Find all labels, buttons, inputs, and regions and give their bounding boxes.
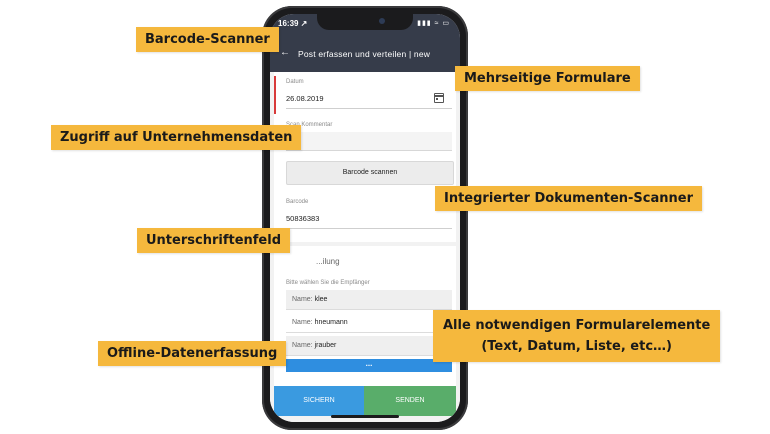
- required-marker: [274, 76, 276, 114]
- recipients-hint: Bitte wählen Sie die Empfänger: [286, 280, 370, 286]
- callout-form-elements: Alle notwendigen Formularelemente (Text,…: [433, 310, 721, 362]
- date-label: Datum: [286, 79, 304, 85]
- save-button[interactable]: SICHERN: [274, 386, 364, 416]
- list-item[interactable]: Name: hneumann: [286, 313, 452, 333]
- action-bar: SICHERN SENDEN: [274, 386, 456, 416]
- callout-form-elements-line1: Alle notwendigen Formularelemente: [443, 318, 711, 333]
- barcode-label: Barcode: [286, 199, 309, 205]
- recipient-name: klee: [314, 296, 328, 303]
- date-field[interactable]: 26.08.2019: [286, 94, 324, 103]
- home-indicator[interactable]: [331, 415, 399, 418]
- page-title: Post erfassen und verteilen | new: [298, 49, 431, 59]
- status-icons: ▮▮▮ ≈ ▭: [417, 20, 450, 27]
- back-arrow-icon[interactable]: ←: [280, 47, 290, 58]
- comment-field[interactable]: [286, 132, 452, 151]
- phone-screen: 16:39 ↗ ▮▮▮ ≈ ▭ ← Post erfassen und vert…: [270, 14, 460, 422]
- send-button[interactable]: SENDEN: [364, 386, 456, 416]
- barcode-scan-button[interactable]: Barcode scannen: [286, 161, 454, 185]
- distribution-card: ...ilung Bitte wählen Sie die Empfänger …: [274, 246, 456, 386]
- callout-document-scanner: Integrierter Dokumenten-Scanner: [435, 186, 702, 211]
- recipient-name: jrauber: [314, 342, 337, 349]
- callout-form-elements-line2: (Text, Datum, Liste, etc…): [481, 339, 672, 354]
- callout-signature-field: Unterschriftenfeld: [137, 228, 290, 253]
- callout-offline-capture: Offline-Datenerfassung: [98, 341, 287, 366]
- recipient-key: Name:: [292, 342, 313, 349]
- barcode-underline: [286, 228, 452, 229]
- recipient-key: Name:: [292, 296, 313, 303]
- status-time: 16:39 ↗: [278, 19, 308, 28]
- date-underline: [286, 108, 452, 109]
- phone-frame: 16:39 ↗ ▮▮▮ ≈ ▭ ← Post erfassen und vert…: [262, 6, 468, 430]
- callout-multipage-forms: Mehrseitige Formulare: [455, 66, 640, 91]
- recipient-name: hneumann: [314, 319, 348, 326]
- phone-notch: [317, 14, 413, 30]
- callout-barcode-scanner: Barcode-Scanner: [136, 27, 279, 52]
- calendar-icon[interactable]: [434, 93, 444, 103]
- list-item[interactable]: Name: klee: [286, 290, 452, 310]
- camera-icon: [379, 18, 385, 24]
- callout-company-data: Zugriff auf Unternehmensdaten: [51, 125, 302, 150]
- form-card: Datum 26.08.2019 Scan Kommentar Barcode …: [274, 72, 456, 242]
- section-title: ...ilung: [316, 257, 340, 266]
- list-item[interactable]: Name: jrauber: [286, 336, 452, 356]
- recipient-key: Name:: [292, 319, 313, 326]
- barcode-field[interactable]: 50836383: [286, 214, 319, 223]
- more-options-button[interactable]: ...: [286, 359, 452, 372]
